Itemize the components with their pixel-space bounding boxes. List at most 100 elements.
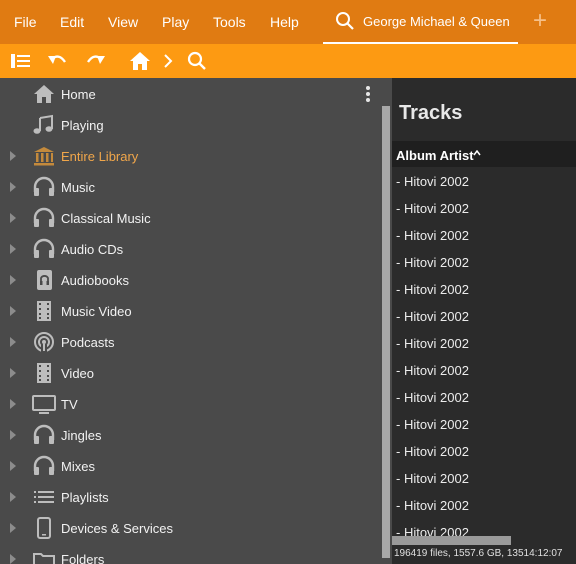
headphones-icon [33,176,55,196]
sidebar-item-playlists[interactable]: Playlists [0,482,380,513]
column-header-label: Album Artist [396,148,474,163]
sidebar-scrollbar[interactable] [382,106,390,558]
table-row[interactable]: - Hitovi 2002 [396,201,469,216]
menu-play[interactable]: Play [162,14,189,30]
table-row[interactable]: - Hitovi 2002 [396,336,469,351]
sidebar-item-label: Entire Library [61,149,139,164]
menu-edit[interactable]: Edit [60,14,84,30]
menu-view[interactable]: View [108,14,138,30]
sidebar-item-label: Playing [61,118,104,133]
expand-arrow-icon[interactable] [10,523,16,533]
home-icon[interactable] [129,50,151,72]
menu-file[interactable]: File [14,14,37,30]
expand-arrow-icon[interactable] [10,275,16,285]
expand-arrow-icon[interactable] [10,430,16,440]
sidebar-item-classical-music[interactable]: Classical Music [0,203,380,234]
expand-arrow-icon[interactable] [10,492,16,502]
sidebar-item-label: Podcasts [61,335,115,350]
sidebar-item-jingles[interactable]: Jingles [0,420,380,451]
add-tab-button[interactable]: + [530,7,550,34]
sidebar-item-label: Music Video [61,304,132,319]
sidebar-item-playing[interactable]: Playing [0,110,380,141]
table-row[interactable]: - Hitovi 2002 [396,498,469,513]
table-row[interactable]: - Hitovi 2002 [396,228,469,243]
sidebar-item-label: Jingles [61,428,102,443]
sidebar-item-music-video[interactable]: Music Video [0,296,380,327]
panel-toggle-icon[interactable] [10,50,32,72]
table-row[interactable]: - Hitovi 2002 [396,363,469,378]
audiobook-icon [37,270,52,290]
tab-label: George Michael & Queen [363,14,510,29]
table-row[interactable]: - Hitovi 2002 [396,282,469,297]
sidebar-item-audio-cds[interactable]: Audio CDs [0,234,380,265]
tab-search-results[interactable]: George Michael & Queen [323,0,518,44]
table-row[interactable]: - Hitovi 2002 [396,390,469,405]
sidebar-item-label: Playlists [61,490,109,505]
sidebar-item-tv[interactable]: TV [0,389,380,420]
headphones-icon [33,455,55,475]
undo-icon[interactable] [46,50,68,72]
search-icon [336,12,354,30]
sidebar-item-devices-services[interactable]: Devices & Services [0,513,380,544]
sidebar-item-mixes[interactable]: Mixes [0,451,380,482]
table-row[interactable]: - Hitovi 2002 [396,174,469,189]
phone-icon [37,517,51,539]
column-header-album-artist[interactable]: Album Artist [392,141,576,167]
film-icon [37,301,51,321]
film-icon [37,363,51,383]
expand-arrow-icon[interactable] [10,306,16,316]
expand-arrow-icon[interactable] [10,554,16,564]
sidebar-item-label: Folders [61,552,105,564]
search-icon[interactable] [186,50,208,72]
menu-bar: File Edit View Play Tools Help George Mi… [0,0,576,44]
table-row[interactable]: - Hitovi 2002 [396,471,469,486]
expand-arrow-icon[interactable] [10,151,16,161]
redo-icon[interactable] [85,50,107,72]
expand-arrow-icon[interactable] [10,399,16,409]
sidebar-item-label: Music [61,180,95,195]
sidebar-item-music[interactable]: Music [0,172,380,203]
sidebar-item-label: Classical Music [61,211,151,226]
sidebar-item-audiobooks[interactable]: Audiobooks [0,265,380,296]
expand-arrow-icon[interactable] [10,337,16,347]
sidebar-item-label: Audio CDs [61,242,124,257]
expand-arrow-icon[interactable] [10,461,16,471]
folder-icon [33,553,55,564]
music-note-icon [33,114,53,134]
plus-icon: + [532,7,547,34]
headphones-icon [33,238,55,258]
sidebar-item-podcasts[interactable]: Podcasts [0,327,380,358]
page-title: Tracks [399,102,463,124]
headphones-icon [33,207,55,227]
expand-arrow-icon[interactable] [10,244,16,254]
library-icon [34,147,54,166]
sidebar-item-entire-library[interactable]: Entire Library [0,141,380,172]
sidebar-item-label: Devices & Services [61,521,173,536]
table-row[interactable]: - Hitovi 2002 [396,309,469,324]
menu-tools[interactable]: Tools [213,14,246,30]
sidebar-item-folders[interactable]: Folders [0,544,380,564]
sidebar-item-label: TV [61,397,78,412]
expand-arrow-icon[interactable] [10,182,16,192]
podcast-icon [34,332,54,353]
headphones-icon [33,424,55,444]
sidebar-item-video[interactable]: Video [0,358,380,389]
status-bar: 196419 files, 1557.6 GB, 13514:12:07 [394,548,563,559]
menu-help[interactable]: Help [270,14,299,30]
sidebar-item-home[interactable]: Home [0,79,380,110]
expand-arrow-icon[interactable] [10,213,16,223]
table-row[interactable]: - Hitovi 2002 [396,417,469,432]
sidebar-item-label: Home [61,87,96,102]
table-row[interactable]: - Hitovi 2002 [396,255,469,270]
sidebar-item-label: Video [61,366,95,381]
sidebar-tree: Home Playing Entire Library Music Classi… [0,78,392,564]
toolbar [0,44,576,78]
tracks-horizontal-scrollbar[interactable] [392,536,511,545]
chevron-right-icon [164,54,173,68]
playlist-icon [34,491,54,503]
expand-arrow-icon[interactable] [10,368,16,378]
sidebar-item-label: Audiobooks [61,273,129,288]
tv-icon [32,395,56,414]
home-icon [34,85,54,103]
table-row[interactable]: - Hitovi 2002 [396,444,469,459]
